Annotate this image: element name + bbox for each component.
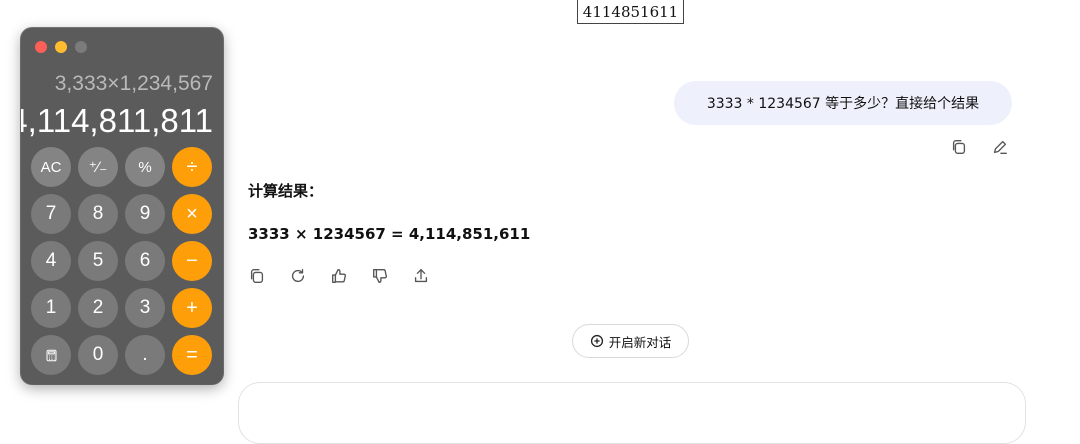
window-controls bbox=[35, 41, 87, 53]
chat-input-box[interactable] bbox=[238, 382, 1026, 444]
plus-circle-icon bbox=[590, 334, 603, 348]
six-key[interactable]: 6 bbox=[125, 241, 165, 281]
user-message-bubble: 3333 * 1234567 等于多少？直接给个结果 bbox=[674, 81, 1012, 125]
calculator-display: 4,114,811,811 bbox=[21, 102, 213, 139]
nine-key[interactable]: 9 bbox=[125, 194, 165, 234]
new-chat-label: 开启新对话 bbox=[608, 334, 672, 350]
reply-actions bbox=[246, 265, 432, 287]
eight-key[interactable]: 8 bbox=[78, 194, 118, 234]
calculator-icon[interactable] bbox=[31, 335, 71, 375]
top-result-value: 4114851611 bbox=[582, 2, 679, 21]
copy-icon[interactable] bbox=[246, 265, 268, 287]
zero-key[interactable]: 0 bbox=[78, 335, 118, 375]
copy-icon[interactable] bbox=[948, 136, 970, 158]
three-key[interactable]: 3 bbox=[125, 288, 165, 328]
plus-key[interactable]: + bbox=[172, 288, 212, 328]
close-button[interactable] bbox=[35, 41, 47, 53]
calculator-expression: 3,333×1,234,567 bbox=[54, 72, 213, 95]
multiply-key[interactable]: × bbox=[172, 194, 212, 234]
one-key[interactable]: 1 bbox=[31, 288, 71, 328]
percent-key[interactable]: % bbox=[125, 147, 165, 187]
new-chat-button[interactable]: 开启新对话 bbox=[572, 324, 689, 358]
reply-body: 3333 × 1234567 = 4,114,851,611 bbox=[248, 225, 531, 243]
seven-key[interactable]: 7 bbox=[31, 194, 71, 234]
thumbs-up-icon[interactable] bbox=[328, 265, 350, 287]
user-message-text: 3333 * 1234567 等于多少？直接给个结果 bbox=[706, 96, 980, 112]
plus-minus-key[interactable]: ⁺∕₋ bbox=[78, 147, 118, 187]
ac-key[interactable]: AC bbox=[31, 147, 71, 187]
reply-title: 计算结果： bbox=[248, 182, 324, 200]
four-key[interactable]: 4 bbox=[31, 241, 71, 281]
minus-key[interactable]: − bbox=[172, 241, 212, 281]
zoom-button[interactable] bbox=[75, 41, 87, 53]
thumbs-down-icon[interactable] bbox=[369, 265, 391, 287]
share-icon[interactable] bbox=[410, 265, 432, 287]
divide-key[interactable]: ÷ bbox=[172, 147, 212, 187]
edit-icon[interactable] bbox=[989, 136, 1011, 158]
five-key[interactable]: 5 bbox=[78, 241, 118, 281]
calculator-window: 3,333×1,234,567 4,114,811,811 AC ⁺∕₋ % ÷… bbox=[21, 28, 223, 384]
equals-key[interactable]: = bbox=[172, 335, 212, 375]
regenerate-icon[interactable] bbox=[287, 265, 309, 287]
decimal-key[interactable]: . bbox=[125, 335, 165, 375]
user-message-actions bbox=[948, 136, 1011, 158]
two-key[interactable]: 2 bbox=[78, 288, 118, 328]
top-result-box: 4114851611 bbox=[577, 0, 684, 24]
minimize-button[interactable] bbox=[55, 41, 67, 53]
